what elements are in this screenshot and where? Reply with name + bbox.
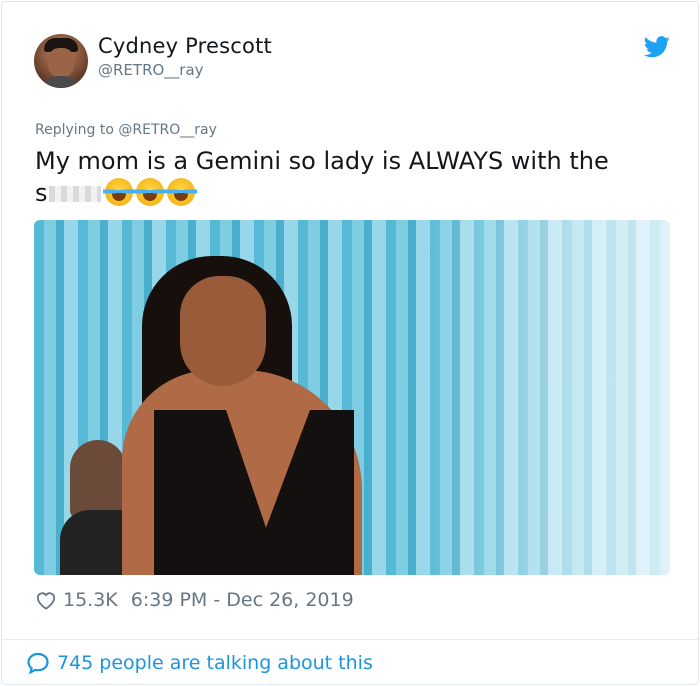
author-name[interactable]: Cydney Prescott — [98, 34, 272, 58]
avatar-shirt — [38, 76, 84, 88]
tweet-timestamp[interactable]: 6:39 PM - Dec 26, 2019 — [131, 589, 354, 611]
woman-face — [180, 276, 266, 386]
tweet-text-line1: My mom is a Gemini so lady is ALWAYS wit… — [35, 147, 609, 175]
censored-word — [48, 186, 101, 202]
conversation-label: 745 people are talking about this — [57, 652, 373, 674]
speech-bubble-icon — [27, 652, 49, 674]
twitter-bird-icon[interactable] — [644, 36, 670, 58]
conversation-link[interactable]: 745 people are talking about this — [26, 650, 373, 676]
face-with-tears-of-joy-emoji — [164, 178, 197, 206]
tweet-media[interactable] — [34, 220, 670, 575]
tweet-text-prefix: s — [35, 179, 48, 207]
face-with-tears-of-joy-emoji — [102, 178, 135, 206]
tweet-text: My mom is a Gemini so lady is ALWAYS wit… — [35, 145, 655, 209]
avatar-face — [48, 48, 74, 78]
heart-icon[interactable] — [35, 590, 57, 610]
background-person-head — [70, 440, 126, 520]
face-with-tears-of-joy-emoji — [133, 178, 166, 206]
divider — [2, 639, 698, 640]
like-count[interactable]: 15.3K — [63, 589, 118, 611]
tweet-stats: 15.3K 6:39 PM - Dec 26, 2019 — [35, 588, 354, 612]
tweet-card: Cydney Prescott @RETRO__ray Replying to … — [1, 1, 699, 685]
replying-to-label[interactable]: Replying to @RETRO__ray — [35, 122, 217, 138]
avatar[interactable] — [34, 34, 88, 88]
author-handle[interactable]: @RETRO__ray — [98, 61, 204, 79]
